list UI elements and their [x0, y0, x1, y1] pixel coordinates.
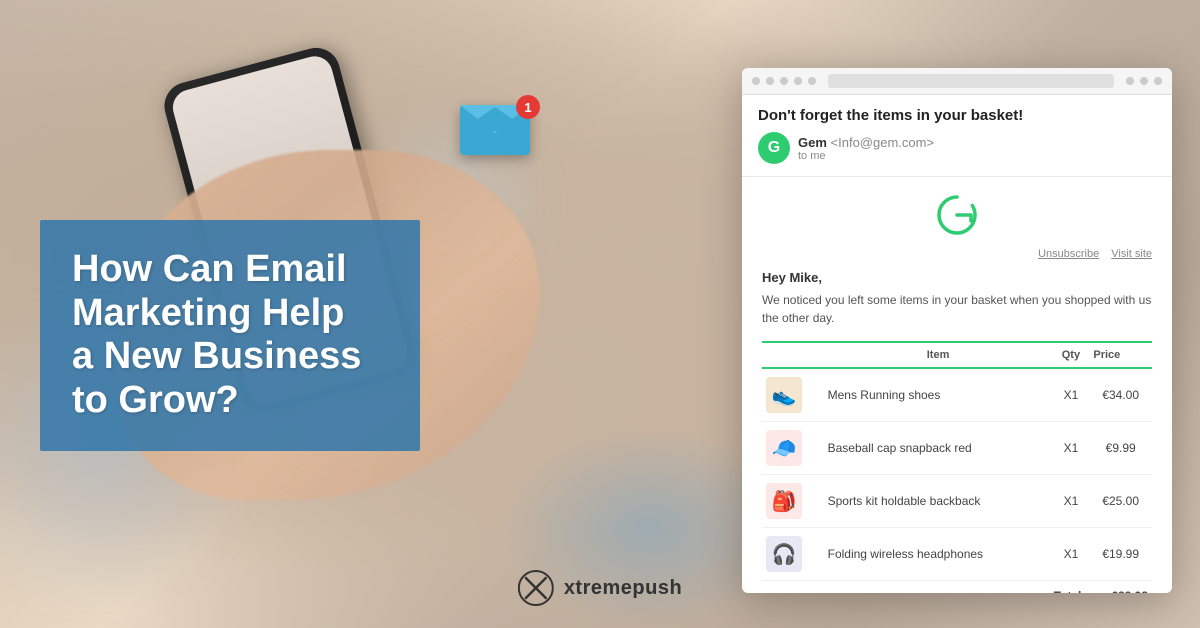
- browser-btn-3: [780, 77, 788, 85]
- item-price-cell: €34.00: [1089, 368, 1152, 422]
- brand-name-text: xtremepush: [564, 577, 682, 600]
- browser-btn-6: [1126, 77, 1134, 85]
- col-item: Item: [824, 342, 1053, 368]
- sender-avatar: G: [758, 132, 790, 164]
- email-header: Don't forget the items in your basket! G…: [742, 95, 1172, 177]
- bottom-brand: xtremepush: [518, 570, 682, 606]
- total-row: Total: €88.98: [762, 581, 1152, 594]
- item-image-cell: 🎧: [762, 528, 824, 581]
- email-subject: Don't forget the items in your basket!: [758, 107, 1156, 124]
- browser-address-bar[interactable]: [828, 74, 1114, 88]
- browser-btn-1: [752, 77, 760, 85]
- email-links-row: Unsubscribe Visit site: [762, 248, 1152, 260]
- item-qty-cell: X1: [1052, 528, 1089, 581]
- item-price-cell: €19.99: [1089, 528, 1152, 581]
- brand-logo: [935, 193, 979, 237]
- email-body: Unsubscribe Visit site Hey Mike, We noti…: [742, 177, 1172, 593]
- visit-site-link[interactable]: Visit site: [1111, 248, 1152, 260]
- col-price: Price: [1089, 342, 1152, 368]
- item-qty-cell: X1: [1052, 475, 1089, 528]
- basket-table: Item Qty Price 👟 Mens Running shoes X1 €…: [762, 341, 1152, 593]
- browser-btn-2: [766, 77, 774, 85]
- item-name-cell: Baseball cap snapback red: [824, 422, 1053, 475]
- unsubscribe-link[interactable]: Unsubscribe: [1038, 248, 1099, 260]
- item-image-cell: 👟: [762, 368, 824, 422]
- item-name-cell: Folding wireless headphones: [824, 528, 1053, 581]
- table-row: 🎒 Sports kit holdable backback X1 €25.00: [762, 475, 1152, 528]
- email-greeting: Hey Mike,: [762, 270, 1152, 285]
- item-image-cell: 🧢: [762, 422, 824, 475]
- browser-btn-7: [1140, 77, 1148, 85]
- sender-row: G Gem <Info@gem.com> to me: [758, 132, 1156, 164]
- item-name-cell: Sports kit holdable backback: [824, 475, 1053, 528]
- notification-badge: 1: [516, 95, 540, 119]
- table-header-row: Item Qty Price: [762, 342, 1152, 368]
- sender-info: Gem <Info@gem.com> to me: [798, 135, 1156, 162]
- col-qty: Qty: [1052, 342, 1089, 368]
- brand-logo-area: [762, 193, 1152, 242]
- headline-text: How Can Email Marketing Help a New Busin…: [72, 248, 388, 423]
- item-image-cell: 🎒: [762, 475, 824, 528]
- col-image: [762, 342, 824, 368]
- item-icon: 👟: [766, 377, 802, 413]
- headline-box: How Can Email Marketing Help a New Busin…: [40, 220, 420, 451]
- sender-email: <Info@gem.com>: [831, 135, 935, 150]
- xtremepush-logo-icon: [518, 570, 554, 606]
- email-intro-text: We noticed you left some items in your b…: [762, 291, 1152, 327]
- item-qty-cell: X1: [1052, 422, 1089, 475]
- table-row: 👟 Mens Running shoes X1 €34.00: [762, 368, 1152, 422]
- item-icon: 🎒: [766, 483, 802, 519]
- browser-btn-8: [1154, 77, 1162, 85]
- item-icon: 🎧: [766, 536, 802, 572]
- total-value: €88.98: [1089, 581, 1152, 594]
- item-price-cell: €9.99: [1089, 422, 1152, 475]
- sender-to: to me: [798, 150, 1156, 162]
- email-notification: 1: [460, 105, 530, 155]
- item-price-cell: €25.00: [1089, 475, 1152, 528]
- total-label: Total:: [1054, 589, 1086, 593]
- item-icon: 🧢: [766, 430, 802, 466]
- browser-btn-5: [808, 77, 816, 85]
- item-qty-cell: X1: [1052, 368, 1089, 422]
- email-window: Don't forget the items in your basket! G…: [742, 68, 1172, 593]
- item-name-cell: Mens Running shoes: [824, 368, 1053, 422]
- sender-name: Gem <Info@gem.com>: [798, 135, 1156, 150]
- table-row: 🎧 Folding wireless headphones X1 €19.99: [762, 528, 1152, 581]
- table-row: 🧢 Baseball cap snapback red X1 €9.99: [762, 422, 1152, 475]
- browser-btn-4: [794, 77, 802, 85]
- browser-chrome: [742, 68, 1172, 95]
